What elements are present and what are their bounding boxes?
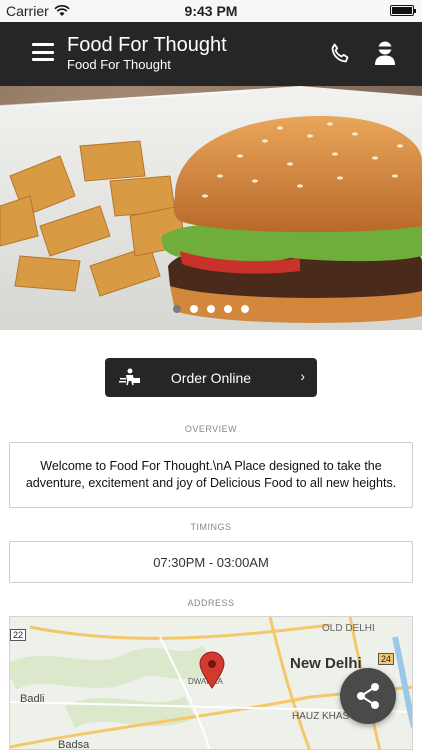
- highway-shield-24: 24: [378, 653, 395, 665]
- timings-value: 07:30PM - 03:00AM: [153, 554, 269, 570]
- menu-icon[interactable]: [32, 43, 54, 61]
- status-bar: Carrier 9:43 PM: [0, 0, 422, 22]
- burger-photo: [0, 86, 422, 330]
- carousel-dot[interactable]: [190, 305, 198, 313]
- battery-icon: [390, 5, 416, 16]
- carousel-dot[interactable]: [224, 305, 232, 313]
- chevron-right-icon: ›: [300, 368, 305, 384]
- map-label-badli: Badli: [20, 693, 45, 705]
- address-label: ADDRESS: [187, 598, 235, 608]
- overview-box: Welcome to Food For Thought.\nA Place de…: [9, 442, 413, 508]
- page-subtitle: Food For Thought: [67, 57, 171, 72]
- carousel-dots[interactable]: [0, 305, 422, 313]
- map-label-old-delhi: OLD DELHI: [322, 623, 375, 634]
- carousel-dot[interactable]: [241, 305, 249, 313]
- hero-carousel[interactable]: [0, 86, 422, 330]
- timings-box: 07:30PM - 03:00AM: [9, 541, 413, 583]
- map-label-badsa: Badsa: [58, 739, 90, 750]
- phone-icon[interactable]: [328, 42, 352, 66]
- order-online-label: Order Online: [170, 369, 252, 386]
- map-pin-icon[interactable]: [199, 651, 225, 689]
- highway-shield-22: 22: [10, 629, 27, 641]
- overview-label: OVERVIEW: [184, 424, 238, 434]
- app-header: Food For Thought Food For Thought: [0, 22, 422, 86]
- page-title: Food For Thought: [67, 34, 227, 56]
- order-online-button[interactable]: Order Online ›: [105, 358, 317, 397]
- share-button[interactable]: [340, 668, 396, 724]
- carousel-dot[interactable]: [173, 305, 181, 313]
- timings-label: TIMINGS: [190, 522, 232, 532]
- overview-text: Welcome to Food For Thought.\nA Place de…: [25, 459, 397, 490]
- status-time: 9:43 PM: [184, 3, 238, 19]
- carousel-dot[interactable]: [207, 305, 215, 313]
- user-icon[interactable]: [373, 40, 397, 66]
- share-icon: [357, 683, 379, 709]
